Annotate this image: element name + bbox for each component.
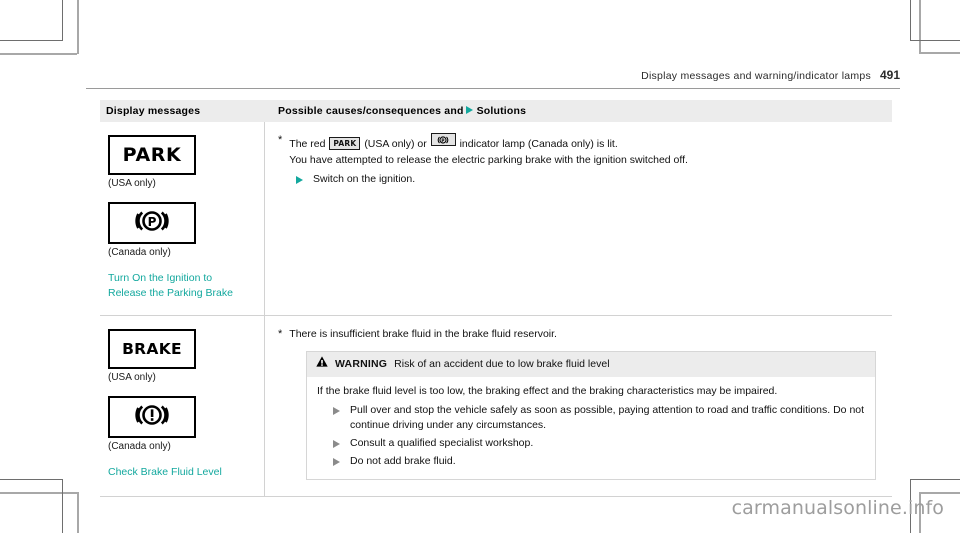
solution-item: Switch on the ignition. [278, 172, 882, 187]
column-header-display-messages: Display messages [106, 105, 201, 117]
cause-mid-text: (USA only) or [364, 138, 427, 150]
warning-panel-header: WARNING Risk of an accident due to low b… [307, 352, 875, 377]
table-header-row: Display messages Possible causes/consequ… [100, 100, 892, 122]
table-row: PARK (USA only) P (Canada only) Turn On … [100, 122, 892, 317]
table-row: BRAKE (USA only) (Canada only) Check Bra… [100, 316, 892, 497]
display-message-label-line1: Check Brake Fluid Level [108, 466, 222, 479]
row-symbols-cell: PARK (USA only) P (Canada only) Turn On … [100, 122, 265, 316]
row-causes-cell: * There is insufficient brake fluid in t… [265, 316, 892, 495]
telltale-box-brake-warning [108, 396, 196, 439]
solutions-triangle-icon [465, 106, 473, 114]
telltale-box-parking-brake: P [108, 202, 196, 244]
running-head: Display messages and warning/indicator l… [86, 68, 900, 82]
warning-action-text: Consult a qualified specialist workshop. [350, 437, 534, 450]
warning-action-text: Pull over and stop the vehicle safely as… [350, 403, 865, 432]
telltale-caption-canada: (Canada only) [108, 247, 171, 258]
svg-text:P: P [442, 137, 445, 143]
telltale-box-brake: BRAKE [108, 329, 196, 370]
telltale-caption-canada: (Canada only) [108, 441, 171, 453]
inline-park-badge-icon: PARK [329, 137, 361, 150]
warning-bullet-triangle-icon [333, 440, 340, 449]
brake-warning-exclamation-icon [132, 401, 172, 434]
solution-text: Switch on the ignition. [313, 173, 416, 186]
display-message-label: Check Brake Fluid Level [108, 465, 256, 480]
cause-text: There is insufficient brake fluid in the… [289, 328, 557, 341]
asterisk-marker: * [278, 134, 283, 146]
display-message-label-line2: Release the Parking Brake [108, 287, 233, 300]
row-causes-cell: * The red PARK (USA only) or P indicator… [265, 122, 892, 315]
column-header-causes-text: Possible causes/consequences and [278, 105, 464, 117]
telltale-caption-usa: (USA only) [108, 372, 156, 384]
telltale-caption-usa: (USA only) [108, 178, 156, 189]
warning-subtitle: Risk of an accident due to low brake flu… [394, 357, 610, 370]
warning-triangle-icon [316, 356, 328, 372]
running-head-rule [86, 88, 900, 89]
watermark: carmanualsonline.info [731, 497, 944, 519]
warning-panel-body: If the brake fluid level is too low, the… [307, 377, 875, 479]
row-symbols-cell: BRAKE (USA only) (Canada only) Check Bra… [100, 316, 265, 496]
display-message-label: Turn On the Ignition to Release the Park… [108, 271, 256, 301]
display-message-label-line1: Turn On the Ignition to [108, 272, 213, 284]
warning-action-text: Do not add brake fluid. [350, 455, 456, 468]
cause-text: The red PARK (USA only) or P indicator l… [289, 133, 882, 168]
warning-action-item: Pull over and stop the vehicle safely as… [317, 403, 865, 433]
cause-line: * There is insufficient brake fluid in t… [278, 327, 882, 343]
parking-brake-p-icon: P [132, 207, 172, 240]
svg-text:P: P [148, 215, 157, 229]
cause-line: * The red PARK (USA only) or P indicator… [278, 133, 882, 168]
warning-title: WARNING [335, 357, 388, 370]
telltale-box-park: PARK [108, 135, 196, 175]
running-head-title: Display messages and warning/indicator l… [641, 70, 871, 82]
telltale-park-text: PARK [122, 143, 182, 166]
inline-parking-brake-p-icon: P [430, 133, 456, 146]
column-header-solutions-text: Solutions [476, 105, 527, 117]
warning-action-item: Do not add brake fluid. [317, 454, 865, 469]
telltale-brake-text: BRAKE [122, 339, 182, 358]
column-header-causes-solutions: Possible causes/consequences and Solution… [265, 105, 892, 117]
display-messages-table: Display messages Possible causes/consequ… [100, 100, 892, 497]
warning-bullet-triangle-icon [333, 406, 340, 415]
cause-prefix-text: The red [289, 138, 326, 150]
warning-panel: WARNING Risk of an accident due to low b… [306, 351, 876, 480]
consequence-text: You have attempted to release the electr… [289, 154, 688, 167]
cause-suffix-text: indicator lamp (Canada only) is lit. [459, 138, 618, 150]
warning-bullet-triangle-icon [333, 458, 340, 467]
warning-intro-text: If the brake fluid level is too low, the… [317, 384, 778, 397]
warning-action-item: Consult a qualified specialist workshop. [317, 436, 865, 451]
asterisk-marker: * [278, 328, 283, 341]
page-number: 491 [879, 68, 900, 82]
solution-triangle-icon [296, 176, 303, 185]
